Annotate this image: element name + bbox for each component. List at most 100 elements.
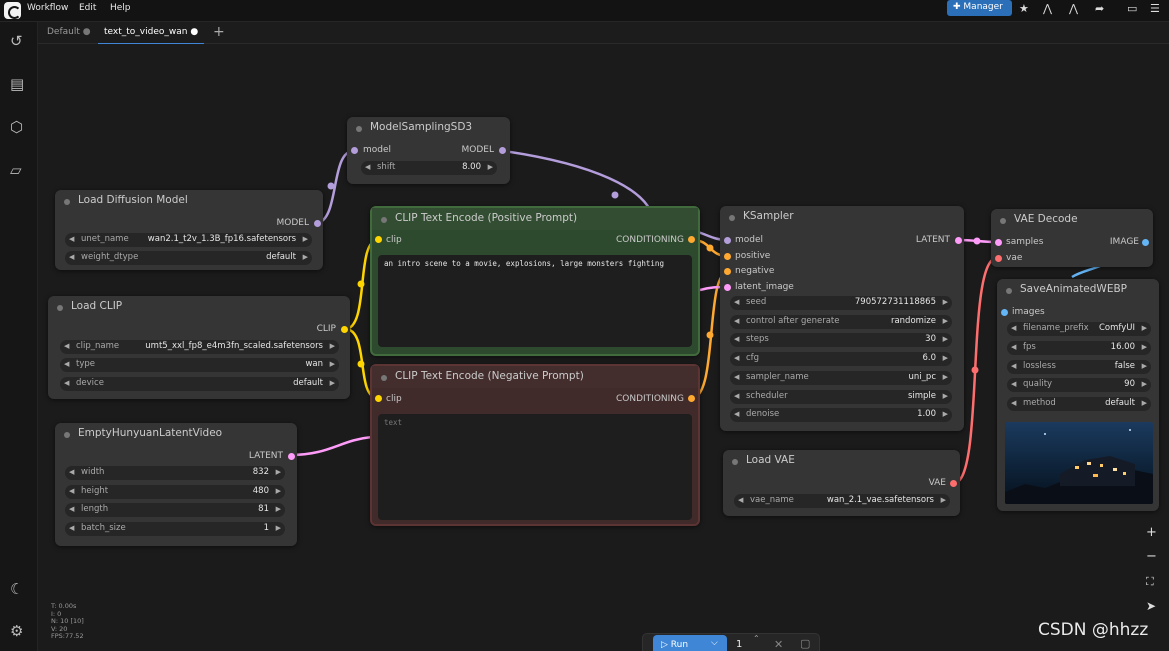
batch-count-input[interactable]: 1 xyxy=(736,639,742,650)
comfy-logo-icon[interactable] xyxy=(4,2,21,19)
widget-lossless[interactable]: lossless false xyxy=(1007,360,1151,374)
widget-cfg[interactable]: cfg 6.0 xyxy=(730,352,952,366)
widget-vae-name[interactable]: vae_name wan_2.1_vae.safetensors xyxy=(734,494,950,508)
negative-prompt-textarea[interactable]: text xyxy=(378,414,692,520)
widget-denoise[interactable]: denoise 1.00 xyxy=(730,408,952,422)
widget-value: 90 xyxy=(1124,379,1135,389)
node-title[interactable]: CLIP Text Encode (Negative Prompt) xyxy=(372,366,698,388)
menu-help[interactable]: Help xyxy=(110,3,131,13)
input-slot-model[interactable] xyxy=(351,147,358,154)
preview-image[interactable] xyxy=(1005,422,1153,504)
network-alt-icon[interactable]: ⋀ xyxy=(1069,2,1078,15)
widget-quality[interactable]: quality 90 xyxy=(1007,378,1151,392)
left-sidebar: ↺ ▤ ⬡ ▱ ☾ ⚙ xyxy=(0,22,38,651)
node-title[interactable]: EmptyHunyuanLatentVideo xyxy=(55,423,297,445)
theme-moon-icon[interactable]: ☾ xyxy=(10,580,23,598)
node-clip-text-encode-positive[interactable]: CLIP Text Encode (Positive Prompt) clip … xyxy=(370,206,700,356)
widget-width[interactable]: width 832 xyxy=(65,466,285,480)
share-icon[interactable]: ➦ xyxy=(1095,2,1104,15)
widget-value: ComfyUI xyxy=(1098,323,1135,333)
add-tab-button[interactable]: + xyxy=(213,24,225,40)
widget-fps[interactable]: fps 16.00 xyxy=(1007,341,1151,355)
tab-default[interactable]: Default ● xyxy=(41,25,97,39)
node-title[interactable]: KSampler xyxy=(720,206,964,228)
widget-device[interactable]: device default xyxy=(60,377,339,391)
widget-clip-name[interactable]: clip_name umt5_xxl_fp8_e4m3fn_scaled.safe… xyxy=(60,340,339,354)
widget-height[interactable]: height 480 xyxy=(65,485,285,499)
history-icon[interactable]: ↺ xyxy=(10,32,23,50)
node-title[interactable]: VAE Decode xyxy=(991,209,1153,231)
widget-sampler-name[interactable]: sampler_name uni_pc xyxy=(730,371,952,385)
node-load-clip[interactable]: Load CLIP CLIP clip_name umt5_xxl_fp8_e4m… xyxy=(48,296,350,399)
widget-unet-name[interactable]: unet_name wan2.1_t2v_1.3B_fp16.safetensor… xyxy=(65,233,312,247)
widget-value: wan2.1_t2v_1.3B_fp16.safetensors xyxy=(147,234,296,244)
node-title[interactable]: Load CLIP xyxy=(48,296,350,318)
model-library-icon[interactable]: ⬡ xyxy=(10,118,23,136)
output-slot-model[interactable] xyxy=(499,147,506,154)
widget-scheduler[interactable]: scheduler simple xyxy=(730,390,952,404)
input-slot-latent-image[interactable] xyxy=(724,284,731,291)
folder-icon[interactable]: ▱ xyxy=(10,161,22,179)
node-save-animated-webp[interactable]: SaveAnimatedWEBP images filename_prefix C… xyxy=(997,279,1159,511)
widget-type[interactable]: type wan xyxy=(60,358,339,372)
input-slot-clip[interactable] xyxy=(375,395,382,402)
input-slot-vae[interactable] xyxy=(995,255,1002,262)
node-ksampler[interactable]: KSampler model LATENT positive negative … xyxy=(720,206,964,431)
menu-edit[interactable]: Edit xyxy=(79,3,96,13)
node-load-diffusion-model[interactable]: Load Diffusion Model MODEL unet_name wan2… xyxy=(55,190,323,270)
queue-list-icon[interactable]: ▤ xyxy=(10,75,24,93)
output-slot-model[interactable] xyxy=(314,220,321,227)
cancel-icon[interactable]: ✕ xyxy=(774,638,783,651)
prompt-textarea[interactable]: an intro scene to a movie, explosions, l… xyxy=(378,255,692,347)
manager-button[interactable]: ✚ Manager xyxy=(947,0,1012,16)
widget-shift[interactable]: shift 8.00 xyxy=(361,161,497,175)
input-slot-model[interactable] xyxy=(724,237,731,244)
node-empty-hunyuan-latent-video[interactable]: EmptyHunyuanLatentVideo LATENT width832 … xyxy=(55,423,297,546)
node-title[interactable]: Load VAE xyxy=(723,450,960,472)
node-model-sampling-sd3[interactable]: ModelSamplingSD3 model MODEL shift 8.00 xyxy=(347,117,510,184)
tab-text-to-video-wan[interactable]: text_to_video_wan ● xyxy=(98,25,205,45)
input-slot-images[interactable] xyxy=(1001,309,1008,316)
zoom-in-icon[interactable]: + xyxy=(1146,525,1157,540)
input-slot-positive[interactable] xyxy=(724,253,731,260)
widget-seed[interactable]: seed 790572731118865 xyxy=(730,296,952,310)
node-title[interactable]: ModelSamplingSD3 xyxy=(347,117,510,139)
widget-filename-prefix[interactable]: filename_prefix ComfyUI xyxy=(1007,322,1151,336)
node-vae-decode[interactable]: VAE Decode samples IMAGE vae xyxy=(991,209,1153,267)
output-slot-image[interactable] xyxy=(1142,239,1149,246)
increment-icon[interactable]: ⌃ xyxy=(753,634,760,643)
chevron-down-icon[interactable]: ⌵ xyxy=(711,638,718,648)
node-title[interactable]: SaveAnimatedWEBP xyxy=(997,279,1159,301)
stop-icon[interactable]: ▢ xyxy=(800,637,810,650)
widget-control-after-generate[interactable]: control after generate randomize xyxy=(730,315,952,329)
widget-weight-dtype[interactable]: weight_dtype default xyxy=(65,251,312,265)
node-title[interactable]: Load Diffusion Model xyxy=(55,190,323,212)
widget-method[interactable]: method default xyxy=(1007,397,1151,411)
fit-view-icon[interactable]: ⛶ xyxy=(1146,575,1154,589)
output-slot-conditioning[interactable] xyxy=(688,395,695,402)
output-slot-latent[interactable] xyxy=(288,453,295,460)
output-slot-latent[interactable] xyxy=(955,237,962,244)
settings-gear-icon[interactable]: ⚙ xyxy=(10,622,23,640)
node-clip-text-encode-negative[interactable]: CLIP Text Encode (Negative Prompt) clip … xyxy=(370,364,700,526)
zoom-out-icon[interactable]: − xyxy=(1146,549,1157,564)
star-icon[interactable]: ★ xyxy=(1019,2,1029,15)
input-slot-negative[interactable] xyxy=(724,268,731,275)
tab-label: text_to_video_wan xyxy=(104,27,188,37)
widget-length[interactable]: length 81 xyxy=(65,503,285,517)
input-slot-clip[interactable] xyxy=(375,236,382,243)
menu-workflow[interactable]: Workflow xyxy=(27,3,68,13)
node-load-vae[interactable]: Load VAE VAE vae_name wan_2.1_vae.safeten… xyxy=(723,450,960,516)
panel-toggle-icon[interactable]: ▭ xyxy=(1127,2,1137,15)
output-slot-conditioning[interactable] xyxy=(688,236,695,243)
output-slot-vae[interactable] xyxy=(950,480,957,487)
network-icon[interactable]: ⋀ xyxy=(1043,2,1052,15)
widget-steps[interactable]: steps 30 xyxy=(730,333,952,347)
menu-icon[interactable]: ☰ xyxy=(1150,2,1160,15)
run-button[interactable]: ▷ Run ⌵ xyxy=(653,635,727,651)
output-slot-clip[interactable] xyxy=(341,326,348,333)
pointer-icon[interactable]: ➤ xyxy=(1146,599,1156,613)
widget-batch-size[interactable]: batch_size 1 xyxy=(65,522,285,536)
node-title[interactable]: CLIP Text Encode (Positive Prompt) xyxy=(372,208,698,230)
input-slot-samples[interactable] xyxy=(995,239,1002,246)
